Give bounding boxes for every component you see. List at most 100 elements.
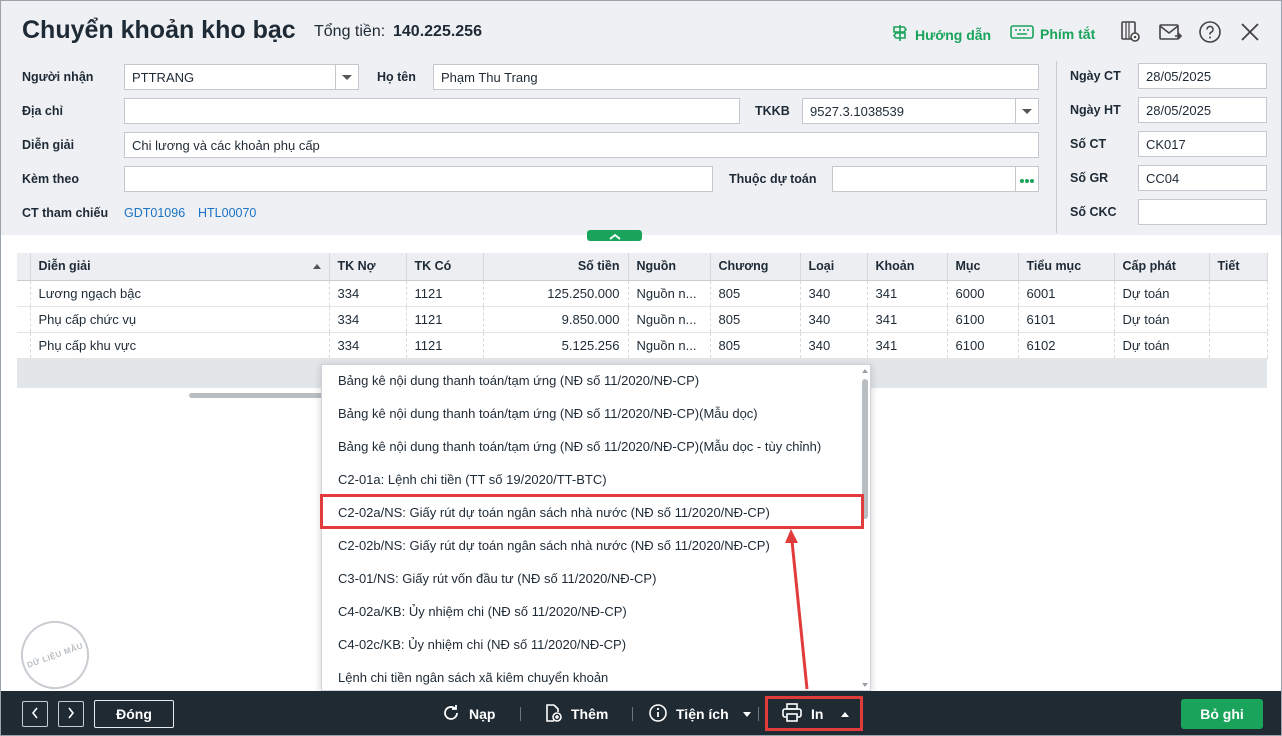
attach-field[interactable] xyxy=(124,166,713,192)
table-cell[interactable]: 340 xyxy=(800,332,868,359)
fullname-field[interactable]: Phạm Thu Trang xyxy=(433,64,1039,90)
table-cell[interactable]: 6100 xyxy=(947,306,1019,333)
column-header[interactable]: Số tiền xyxy=(483,253,629,281)
table-cell[interactable] xyxy=(1209,306,1268,333)
table-cell[interactable]: 125.250.000 xyxy=(483,280,629,307)
table-cell[interactable]: Dự toán xyxy=(1114,306,1210,333)
column-header[interactable]: Diễn giải xyxy=(30,253,330,281)
print-button[interactable]: In xyxy=(781,701,850,727)
menu-item[interactable]: Bảng kê nội dung thanh toán/tạm ứng (NĐ … xyxy=(322,398,862,431)
column-header[interactable]: Khoản xyxy=(867,253,948,281)
table-row[interactable]: Lương ngạch bậc 334 1121 125.250.000 Ngu… xyxy=(17,280,1268,307)
table-cell[interactable]: 334 xyxy=(329,332,407,359)
table-cell[interactable]: Nguồn n... xyxy=(628,306,711,333)
previous-button[interactable] xyxy=(22,701,48,727)
menu-item[interactable]: C4-02a/KB: Ủy nhiệm chi (NĐ số 11/2020/N… xyxy=(322,596,862,629)
date-ct-field[interactable]: 28/05/2025 xyxy=(1138,63,1267,89)
column-header[interactable]: TK Có xyxy=(406,253,484,281)
date-ht-field[interactable]: 28/05/2025 xyxy=(1138,97,1267,123)
tkkb-field[interactable]: 9527.3.1038539 xyxy=(802,98,1016,124)
description-field[interactable]: Chi lương và các khoản phụ cấp xyxy=(124,132,1039,158)
book-view-icon[interactable] xyxy=(1118,20,1142,44)
recipient-dropdown-button[interactable] xyxy=(335,64,359,90)
scroll-down-icon[interactable] xyxy=(862,683,868,687)
table-cell[interactable]: 340 xyxy=(800,306,868,333)
table-cell[interactable]: 805 xyxy=(710,280,801,307)
menu-item[interactable]: C2-01a: Lệnh chi tiền (TT số 19/2020/TT-… xyxy=(322,464,862,497)
table-cell[interactable]: 340 xyxy=(800,280,868,307)
column-header[interactable]: Cấp phát xyxy=(1114,253,1210,281)
table-cell[interactable]: Lương ngạch bậc xyxy=(30,280,330,307)
column-header[interactable]: Nguồn xyxy=(628,253,711,281)
column-header[interactable]: Tiểu mục xyxy=(1018,253,1115,281)
budget-more-button[interactable] xyxy=(1015,166,1039,192)
scrollbar-thumb[interactable] xyxy=(189,393,339,398)
table-cell[interactable]: 6102 xyxy=(1018,332,1115,359)
budget-field[interactable] xyxy=(832,166,1017,192)
table-cell[interactable]: 1121 xyxy=(406,306,484,333)
table-cell[interactable]: Nguồn n... xyxy=(628,280,711,307)
table-cell[interactable]: 805 xyxy=(710,306,801,333)
table-cell[interactable]: 5.125.256 xyxy=(483,332,629,359)
table-cell[interactable]: 6001 xyxy=(1018,280,1115,307)
table-row[interactable]: Phụ cấp chức vụ 334 1121 9.850.000 Nguồn… xyxy=(17,306,1268,333)
table-cell[interactable] xyxy=(1209,332,1268,359)
table-cell[interactable]: 334 xyxy=(329,306,407,333)
row-selector[interactable] xyxy=(17,332,31,359)
column-header[interactable]: Mục xyxy=(947,253,1019,281)
shortcut-link[interactable]: Phím tắt xyxy=(1010,24,1095,43)
so-ckc-field[interactable] xyxy=(1138,199,1267,225)
mail-icon[interactable] xyxy=(1158,20,1182,44)
unpost-button[interactable]: Bỏ ghi xyxy=(1181,699,1263,729)
so-gr-field[interactable]: CC04 xyxy=(1138,165,1267,191)
table-cell[interactable]: 6101 xyxy=(1018,306,1115,333)
so-ct-field[interactable]: CK017 xyxy=(1138,131,1267,157)
table-cell[interactable]: 1121 xyxy=(406,280,484,307)
menu-item[interactable]: Bảng kê nội dung thanh toán/tạm ứng (NĐ … xyxy=(322,365,862,398)
column-header[interactable]: Chương xyxy=(710,253,801,281)
table-cell[interactable]: 805 xyxy=(710,332,801,359)
menu-scrollbar[interactable] xyxy=(862,369,868,687)
table-cell[interactable]: Dự toán xyxy=(1114,280,1210,307)
table-cell[interactable]: 1121 xyxy=(406,332,484,359)
scrollbar-thumb[interactable] xyxy=(862,379,868,519)
table-row[interactable]: Phụ cấp khu vực 334 1121 5.125.256 Nguồn… xyxy=(17,332,1268,359)
table-cell[interactable] xyxy=(1209,280,1268,307)
row-selector[interactable] xyxy=(17,280,31,307)
table-cell[interactable]: 6100 xyxy=(947,332,1019,359)
recipient-field[interactable]: PTTRANG xyxy=(124,64,336,90)
table-cell[interactable]: 9.850.000 xyxy=(483,306,629,333)
table-cell[interactable]: Phụ cấp chức vụ xyxy=(30,306,330,333)
menu-item[interactable]: C2-02b/NS: Giấy rút dự toán ngân sách nh… xyxy=(322,530,862,563)
scroll-up-icon[interactable] xyxy=(862,369,868,373)
table-cell[interactable]: 334 xyxy=(329,280,407,307)
column-header[interactable]: Tiết xyxy=(1209,253,1268,281)
help-icon[interactable] xyxy=(1198,20,1222,44)
next-button[interactable] xyxy=(58,701,84,727)
table-cell[interactable]: 6000 xyxy=(947,280,1019,307)
menu-item[interactable]: C4-02c/KB: Ủy nhiệm chi (NĐ số 11/2020/N… xyxy=(322,629,862,662)
menu-item[interactable]: Bảng kê nội dung thanh toán/tạm ứng (NĐ … xyxy=(322,431,862,464)
menu-item-selected[interactable]: C2-02a/NS: Giấy rút dự toán ngân sách nh… xyxy=(322,497,862,530)
collapse-header-button[interactable] xyxy=(587,230,642,241)
column-header[interactable]: TK Nợ xyxy=(329,253,407,281)
close-icon[interactable] xyxy=(1238,20,1262,44)
tkkb-dropdown-button[interactable] xyxy=(1015,98,1039,124)
table-cell[interactable]: 341 xyxy=(867,306,948,333)
ref-link[interactable]: GDT01096 xyxy=(124,206,185,220)
table-cell[interactable]: Nguồn n... xyxy=(628,332,711,359)
table-cell[interactable]: Dự toán xyxy=(1114,332,1210,359)
address-field[interactable] xyxy=(124,98,740,124)
guide-link[interactable]: Hướng dẫn xyxy=(891,24,991,45)
table-cell[interactable]: 341 xyxy=(867,280,948,307)
ref-link[interactable]: HTL00070 xyxy=(198,206,256,220)
column-header[interactable]: Loại xyxy=(800,253,868,281)
add-button[interactable]: Thêm xyxy=(543,701,608,727)
table-cell[interactable]: 341 xyxy=(867,332,948,359)
menu-item[interactable]: Lệnh chi tiền ngân sách xã kiêm chuyển k… xyxy=(322,662,862,690)
reload-button[interactable]: Nạp xyxy=(441,701,495,727)
menu-item[interactable]: C3-01/NS: Giấy rút vốn đầu tư (NĐ số 11/… xyxy=(322,563,862,596)
close-button[interactable]: Đóng xyxy=(94,700,174,728)
row-selector[interactable] xyxy=(17,306,31,333)
table-cell[interactable]: Phụ cấp khu vực xyxy=(30,332,330,359)
